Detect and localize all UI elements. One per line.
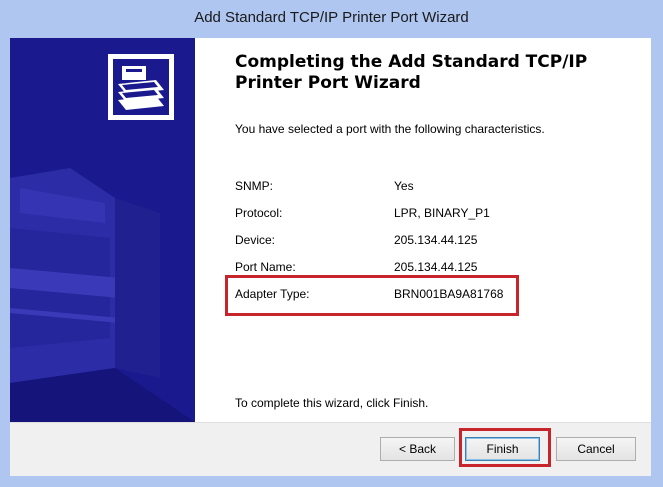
property-row-protocol: Protocol: LPR, BINARY_P1 <box>235 206 635 224</box>
wizard-client-area: Completing the Add Standard TCP/IP Print… <box>10 38 651 476</box>
property-label: Protocol: <box>235 206 283 220</box>
wizard-logo <box>108 54 174 120</box>
property-value: 205.134.44.125 <box>394 260 478 274</box>
window-title: Add Standard TCP/IP Printer Port Wizard <box>194 9 469 26</box>
wizard-sidebar <box>10 38 195 422</box>
property-label: SNMP: <box>235 179 274 193</box>
page-title: Completing the Add Standard TCP/IP Print… <box>235 52 588 93</box>
button-bar: < Back Finish Cancel <box>10 422 651 476</box>
cancel-button[interactable]: Cancel <box>556 437 636 461</box>
finish-button-highlight-box <box>459 428 551 467</box>
printer-wizard-icon <box>113 59 169 115</box>
property-label: Device: <box>235 233 276 247</box>
property-value: LPR, BINARY_P1 <box>394 206 490 220</box>
title-bar[interactable]: Add Standard TCP/IP Printer Port Wizard <box>0 0 663 38</box>
adapter-type-highlight-box <box>225 275 519 316</box>
property-row-device: Device: 205.134.44.125 <box>235 233 635 251</box>
wizard-window: Add Standard TCP/IP Printer Port Wizard <box>0 0 663 487</box>
property-value: Yes <box>394 179 414 193</box>
property-value: 205.134.44.125 <box>394 233 478 247</box>
wizard-content: Completing the Add Standard TCP/IP Print… <box>195 38 651 422</box>
back-button[interactable]: < Back <box>380 437 455 461</box>
property-row-snmp: SNMP: Yes <box>235 179 635 197</box>
intro-text: You have selected a port with the follow… <box>235 122 545 136</box>
finish-instruction: To complete this wizard, click Finish. <box>235 396 429 410</box>
property-label: Port Name: <box>235 260 296 274</box>
